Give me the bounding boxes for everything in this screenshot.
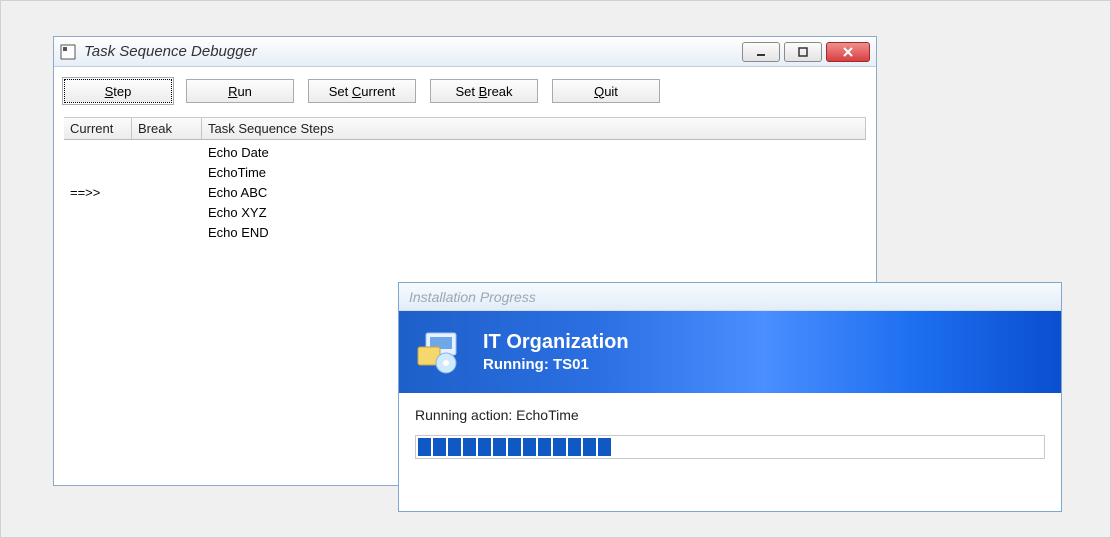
table-row[interactable]: EchoTime xyxy=(64,162,866,182)
progress-titlebar[interactable]: Installation Progress xyxy=(399,283,1061,311)
table-row[interactable]: ==>> Echo ABC xyxy=(64,182,866,202)
cell-step: EchoTime xyxy=(202,165,866,180)
progress-body: Running action: EchoTime xyxy=(399,393,1061,473)
progress-title: Installation Progress xyxy=(409,289,536,305)
running-action-label: Running action: EchoTime xyxy=(415,407,1045,423)
app-icon xyxy=(60,44,76,60)
titlebar[interactable]: Task Sequence Debugger xyxy=(54,37,876,67)
listview-body: Echo Date EchoTime ==>> Echo ABC Echo XY… xyxy=(64,140,866,242)
cell-step: Echo ABC xyxy=(202,185,866,200)
progress-block xyxy=(598,438,611,456)
progress-block xyxy=(433,438,446,456)
column-steps[interactable]: Task Sequence Steps xyxy=(202,118,866,139)
table-row[interactable]: Echo END xyxy=(64,222,866,242)
cell-step: Echo Date xyxy=(202,145,866,160)
progress-block xyxy=(418,438,431,456)
running-label: Running: TS01 xyxy=(483,356,629,373)
window-title: Task Sequence Debugger xyxy=(84,43,742,60)
column-break[interactable]: Break xyxy=(132,118,202,139)
progress-block xyxy=(568,438,581,456)
installation-progress-dialog: Installation Progress IT Organization Ru… xyxy=(398,282,1062,512)
progress-block xyxy=(553,438,566,456)
toolbar: Step Run Set Current Set Break Quit xyxy=(64,77,866,117)
column-current[interactable]: Current xyxy=(64,118,132,139)
progress-block xyxy=(493,438,506,456)
cell-current: ==>> xyxy=(64,185,132,200)
progress-block xyxy=(448,438,461,456)
progress-block xyxy=(538,438,551,456)
progress-block xyxy=(478,438,491,456)
progress-banner: IT Organization Running: TS01 xyxy=(399,311,1061,393)
progress-block xyxy=(583,438,596,456)
table-row[interactable]: Echo XYZ xyxy=(64,202,866,222)
cell-step: Echo END xyxy=(202,225,866,240)
org-name: IT Organization xyxy=(483,331,629,354)
table-row[interactable]: Echo Date xyxy=(64,142,866,162)
close-button[interactable] xyxy=(826,42,870,62)
cell-step: Echo XYZ xyxy=(202,205,866,220)
listview-header: Current Break Task Sequence Steps xyxy=(64,118,866,140)
progress-block xyxy=(523,438,536,456)
progress-bar xyxy=(415,435,1045,459)
set-current-button[interactable]: Set Current xyxy=(308,79,416,103)
window-controls xyxy=(742,42,870,62)
step-button[interactable]: Step xyxy=(64,79,172,103)
progress-block xyxy=(508,438,521,456)
quit-button[interactable]: Quit xyxy=(552,79,660,103)
package-icon xyxy=(413,326,465,378)
run-button[interactable]: Run xyxy=(186,79,294,103)
maximize-button[interactable] xyxy=(784,42,822,62)
minimize-button[interactable] xyxy=(742,42,780,62)
set-break-button[interactable]: Set Break xyxy=(430,79,538,103)
progress-block xyxy=(463,438,476,456)
